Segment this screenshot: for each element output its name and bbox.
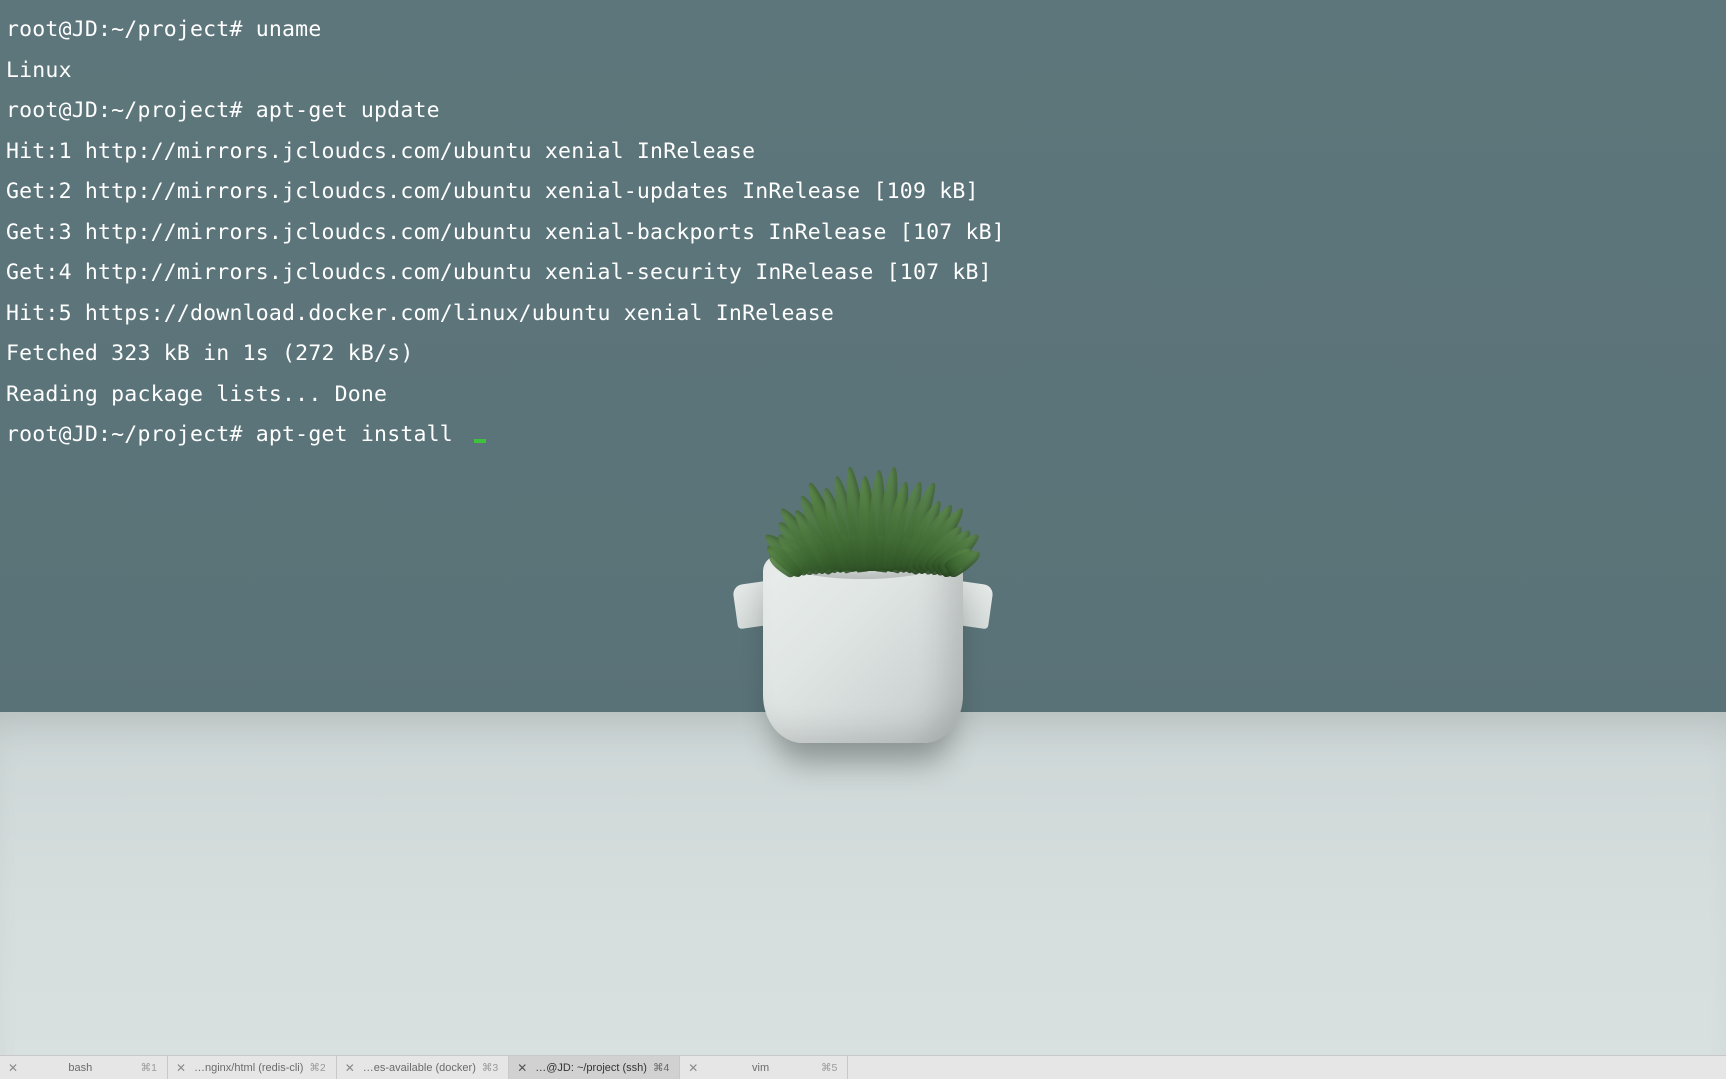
tab-3[interactable]: ✕ …es-available (docker) ⌘3 [337,1056,509,1079]
terminal-line: Linux [6,51,1720,92]
tab-4[interactable]: ✕ …@JD: ~/project (ssh) ⌘4 [509,1056,680,1079]
close-icon[interactable]: ✕ [343,1061,357,1075]
close-icon[interactable]: ✕ [686,1061,700,1075]
tab-1[interactable]: ✕ bash ⌘1 [0,1056,168,1079]
tab-label: …nginx/html (redis-cli) [194,1062,303,1074]
terminal-line: Hit:1 http://mirrors.jcloudcs.com/ubuntu… [6,132,1720,173]
tab-5[interactable]: ✕ vim ⌘5 [680,1056,848,1079]
terminal-line: Get:2 http://mirrors.jcloudcs.com/ubuntu… [6,172,1720,213]
close-icon[interactable]: ✕ [515,1061,529,1075]
terminal-line: Get:4 http://mirrors.jcloudcs.com/ubuntu… [6,253,1720,294]
terminal-line: Reading package lists... Done [6,375,1720,416]
close-icon[interactable]: ✕ [6,1061,20,1075]
tab-shortcut: ⌘2 [309,1062,325,1074]
tab-shortcut: ⌘4 [653,1062,669,1074]
current-command[interactable]: apt-get install [256,422,466,447]
terminal-input-line[interactable]: root@JD:~/project# apt-get install [6,415,1720,456]
tab-2[interactable]: ✕ …nginx/html (redis-cli) ⌘2 [168,1056,337,1079]
tab-label: vim [706,1062,815,1074]
prompt-prefix: root@JD:~/project# [6,422,256,447]
terminal-line: Get:3 http://mirrors.jcloudcs.com/ubuntu… [6,213,1720,254]
tab-label: …@JD: ~/project (ssh) [535,1062,647,1074]
close-icon[interactable]: ✕ [174,1061,188,1075]
cursor [474,439,486,443]
terminal-line: root@JD:~/project# uname [6,10,1720,51]
tab-label: bash [26,1062,135,1074]
tab-label: …es-available (docker) [363,1062,476,1074]
terminal-output[interactable]: root@JD:~/project# unameLinuxroot@JD:~/p… [0,0,1726,1079]
tab-shortcut: ⌘5 [821,1062,837,1074]
terminal-line: Fetched 323 kB in 1s (272 kB/s) [6,334,1720,375]
terminal-line: Hit:5 https://download.docker.com/linux/… [6,294,1720,335]
tab-shortcut: ⌘3 [482,1062,498,1074]
terminal-line: root@JD:~/project# apt-get update [6,91,1720,132]
tab-bar: ✕ bash ⌘1 ✕ …nginx/html (redis-cli) ⌘2 ✕ …es-av… [0,1055,1726,1079]
tab-shortcut: ⌘1 [141,1062,157,1074]
